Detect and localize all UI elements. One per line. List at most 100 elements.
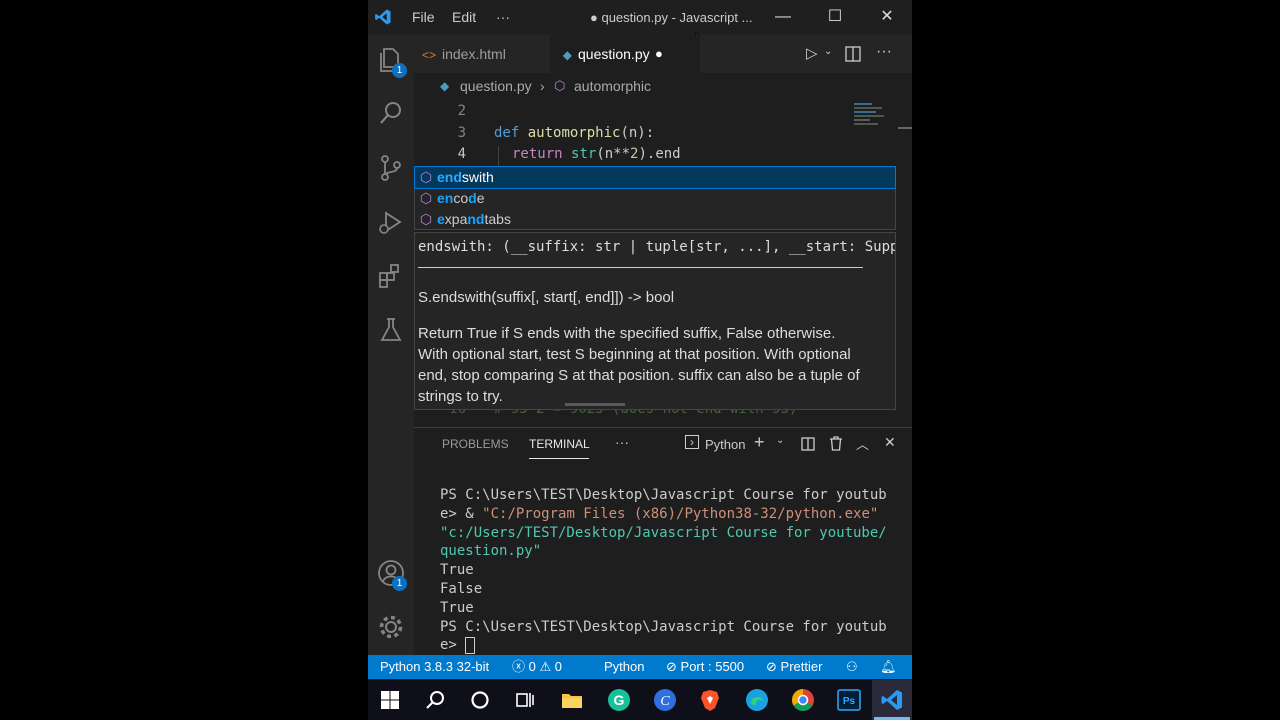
prettier-status[interactable]: ⊘ Prettier	[766, 655, 822, 679]
terminal-output-line: True	[440, 562, 474, 579]
canva-icon[interactable]: C	[653, 688, 677, 712]
double-check-icon: ⊘	[766, 659, 777, 674]
terminal-line: e> &	[440, 505, 483, 522]
suggest-text: swith	[461, 169, 494, 185]
terminal-cursor	[465, 636, 476, 654]
activity-bar: 1 1	[368, 35, 414, 655]
keyword: def	[494, 125, 520, 141]
suggest-widget: ⬡ endswith ⬡ encode ⬡ expandtabs	[414, 166, 896, 230]
svg-text:G: G	[614, 692, 625, 708]
terminal-output-line: True	[440, 599, 474, 616]
more-actions-icon[interactable]: ···	[876, 43, 892, 61]
chrome-browser-icon[interactable]	[791, 688, 815, 712]
panel-more-icon[interactable]: ···	[615, 434, 629, 450]
suggest-item-endswith[interactable]: ⬡ endswith	[414, 166, 896, 189]
split-terminal-icon[interactable]	[801, 437, 815, 451]
python-interpreter[interactable]: Python 3.8.3 32-bit	[380, 655, 489, 679]
suggest-item-encode[interactable]: ⬡ encode	[415, 188, 895, 209]
accounts-badge: 1	[392, 576, 407, 591]
chevron-down-icon[interactable]: ⌄	[776, 435, 784, 446]
match-text: d	[453, 169, 462, 185]
tab-question-py[interactable]: ◆ question.py ●	[550, 35, 700, 73]
grammarly-icon[interactable]: G	[607, 688, 631, 712]
function-name: automorphic	[527, 125, 621, 141]
terminal-exe-path: "C:/Program Files (x86)/Python38-32/pyth…	[482, 505, 879, 522]
menu-more[interactable]: ···	[496, 9, 510, 25]
expression: (n**	[596, 146, 631, 162]
run-debug-icon[interactable]	[376, 207, 406, 237]
split-editor-icon[interactable]	[845, 46, 861, 62]
windows-taskbar: G C Ps	[368, 680, 912, 720]
trash-icon[interactable]	[829, 436, 843, 451]
minimize-icon[interactable]: —	[768, 5, 798, 29]
menu-edit[interactable]: Edit	[452, 9, 476, 25]
keyword: return	[512, 146, 563, 162]
error-icon: ⓧ	[512, 659, 526, 674]
language-mode[interactable]: Python	[604, 655, 644, 679]
run-python-icon[interactable]: ▷	[806, 44, 818, 62]
details-scrollbar[interactable]	[565, 403, 625, 406]
cortana-icon[interactable]	[468, 688, 492, 712]
status-bar: Python 3.8.3 32-bit ⓧ 0 ⚠ 0 Python ⊘ Por…	[368, 655, 912, 679]
tab-terminal[interactable]: TERMINAL	[529, 437, 590, 451]
tab-index-html[interactable]: <> index.html	[414, 35, 549, 73]
chevron-down-icon[interactable]: ⌄	[824, 46, 832, 57]
edge-browser-icon[interactable]	[745, 688, 769, 712]
search-icon[interactable]	[423, 688, 447, 712]
terminal-name[interactable]: Python	[705, 437, 745, 452]
minimap[interactable]	[854, 101, 894, 131]
windows-start-icon[interactable]	[378, 688, 402, 712]
suggest-text: e	[476, 190, 485, 206]
maximize-icon[interactable]: ☐	[820, 5, 850, 29]
live-server-port[interactable]: ⊘ Port : 5500	[666, 655, 744, 679]
method-cube-icon: ⬡	[419, 190, 433, 206]
terminal-icon: ›	[685, 435, 699, 449]
close-icon[interactable]: ✕	[872, 5, 902, 29]
extensions-icon[interactable]	[376, 261, 406, 291]
code-line-3: def automorphic(n):	[494, 125, 654, 141]
terminal-script-path: question.py"	[440, 543, 542, 560]
method-cube-icon: ⬡	[419, 211, 433, 227]
match-text: nd	[467, 211, 485, 227]
photoshop-icon[interactable]: Ps	[837, 688, 861, 712]
menu-file[interactable]: File	[412, 9, 435, 25]
tab-label: question.py	[578, 46, 650, 62]
brave-browser-icon[interactable]	[698, 688, 722, 712]
new-terminal-icon[interactable]: +	[754, 432, 765, 453]
task-view-icon[interactable]	[513, 688, 537, 712]
chevron-right-icon: ›	[540, 78, 545, 94]
problems-status[interactable]: ⓧ 0 ⚠ 0	[512, 655, 562, 679]
expression-tail: ).end	[638, 146, 681, 162]
search-icon[interactable]	[376, 98, 406, 128]
description-text: Return True if S ends with the specified…	[418, 325, 860, 405]
breadcrumb-symbol[interactable]: automorphic	[574, 73, 651, 99]
breadcrumb: ◆ question.py › ⬡ automorphic	[414, 73, 912, 97]
source-control-icon[interactable]	[376, 153, 406, 183]
vscode-taskbar-icon[interactable]	[880, 688, 904, 712]
line-number: 4	[457, 146, 466, 162]
line-number: 3	[457, 125, 466, 141]
prettier-label: Prettier	[780, 659, 823, 674]
bottom-panel: PROBLEMS TERMINAL ··· › Python + ⌄ ︿ ✕ P…	[414, 427, 912, 656]
python-file-icon: ◆	[562, 48, 572, 62]
match-text: en	[437, 169, 454, 185]
signature: endswith: (__suffix: str | tuple[str, ..…	[418, 239, 895, 255]
suggest-item-expandtabs[interactable]: ⬡ expandtabs	[415, 209, 895, 230]
file-explorer-icon[interactable]	[560, 688, 584, 712]
suggest-text: xpa	[444, 211, 468, 227]
terminal-output[interactable]: PS C:\Users\TEST\Desktop\Javascript Cour…	[440, 486, 900, 655]
gear-icon[interactable]	[376, 612, 406, 642]
testing-icon[interactable]	[376, 315, 406, 345]
breadcrumb-file[interactable]: question.py	[460, 73, 532, 99]
unsaved-dot-icon[interactable]: ●	[655, 35, 663, 73]
method-cube-icon: ⬡	[419, 169, 433, 185]
vscode-logo-icon[interactable]	[374, 8, 392, 26]
broadcast-icon: ⊘	[666, 659, 677, 674]
bell-icon[interactable]: 🔔︎	[880, 655, 897, 679]
tab-problems[interactable]: PROBLEMS	[442, 437, 509, 451]
terminal-line: e>	[440, 637, 466, 654]
maximize-panel-icon[interactable]: ︿	[856, 434, 869, 453]
feedback-icon[interactable]: ⚇	[846, 655, 858, 679]
close-panel-icon[interactable]: ✕	[884, 434, 896, 451]
usage-text: S.endswith(suffix[, start[, end]]) -> bo…	[418, 289, 675, 306]
